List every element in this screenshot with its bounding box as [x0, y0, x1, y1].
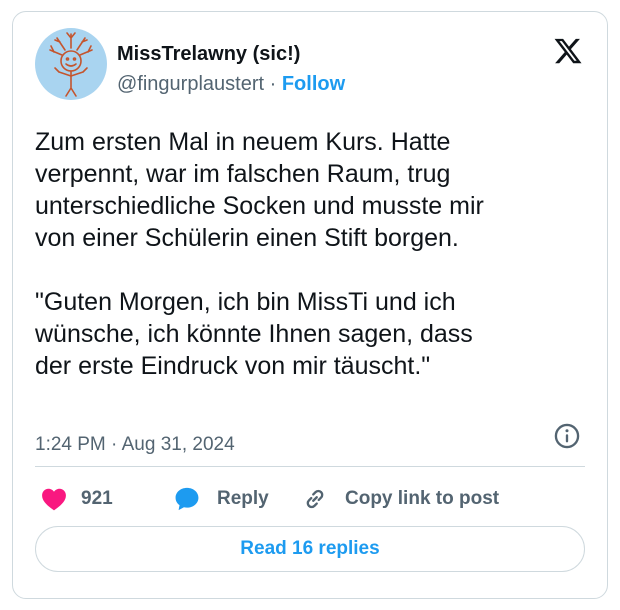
- reply-label: Reply: [217, 488, 269, 509]
- display-name[interactable]: MissTrelawny (sic!): [117, 42, 345, 66]
- speech-bubble-icon: [175, 487, 199, 511]
- action-bar: 921 Reply Copy link to post: [35, 482, 585, 516]
- link-icon: [306, 489, 324, 509]
- tweet-timestamp[interactable]: 1:24 PM · Aug 31, 2024: [35, 434, 235, 456]
- like-count: 921: [81, 488, 113, 509]
- tweet-date: Aug 31, 2024: [121, 434, 235, 455]
- handle-separator: ·: [269, 73, 277, 95]
- tweet-header: MissTrelawny (sic!) @fingurplaustert · F…: [35, 28, 587, 108]
- tweet-text: Zum ersten Mal in neuem Kurs. Hatte verp…: [35, 128, 484, 380]
- tweet-time: 1:24 PM: [35, 434, 106, 455]
- read-replies-button[interactable]: Read 16 replies: [35, 526, 585, 572]
- avatar[interactable]: [35, 28, 107, 100]
- divider: [35, 466, 585, 467]
- avatar-drawing: [49, 32, 93, 97]
- heart-icon: [42, 488, 66, 511]
- copy-link-button[interactable]: Copy link to post: [301, 482, 499, 516]
- follow-link[interactable]: Follow: [282, 73, 345, 95]
- copy-link-label: Copy link to post: [345, 488, 500, 509]
- tweet-card: MissTrelawny (sic!) @fingurplaustert · F…: [12, 11, 608, 599]
- reply-button[interactable]: Reply: [173, 482, 269, 516]
- info-icon[interactable]: [553, 422, 581, 450]
- author-info: MissTrelawny (sic!) @fingurplaustert · F…: [117, 42, 345, 97]
- timestamp-separator: ·: [111, 434, 118, 455]
- x-logo-icon[interactable]: [553, 36, 583, 66]
- handle-line: @fingurplaustert · Follow: [117, 71, 345, 97]
- like-button[interactable]: 921: [41, 482, 113, 516]
- handle[interactable]: @fingurplaustert: [117, 73, 264, 95]
